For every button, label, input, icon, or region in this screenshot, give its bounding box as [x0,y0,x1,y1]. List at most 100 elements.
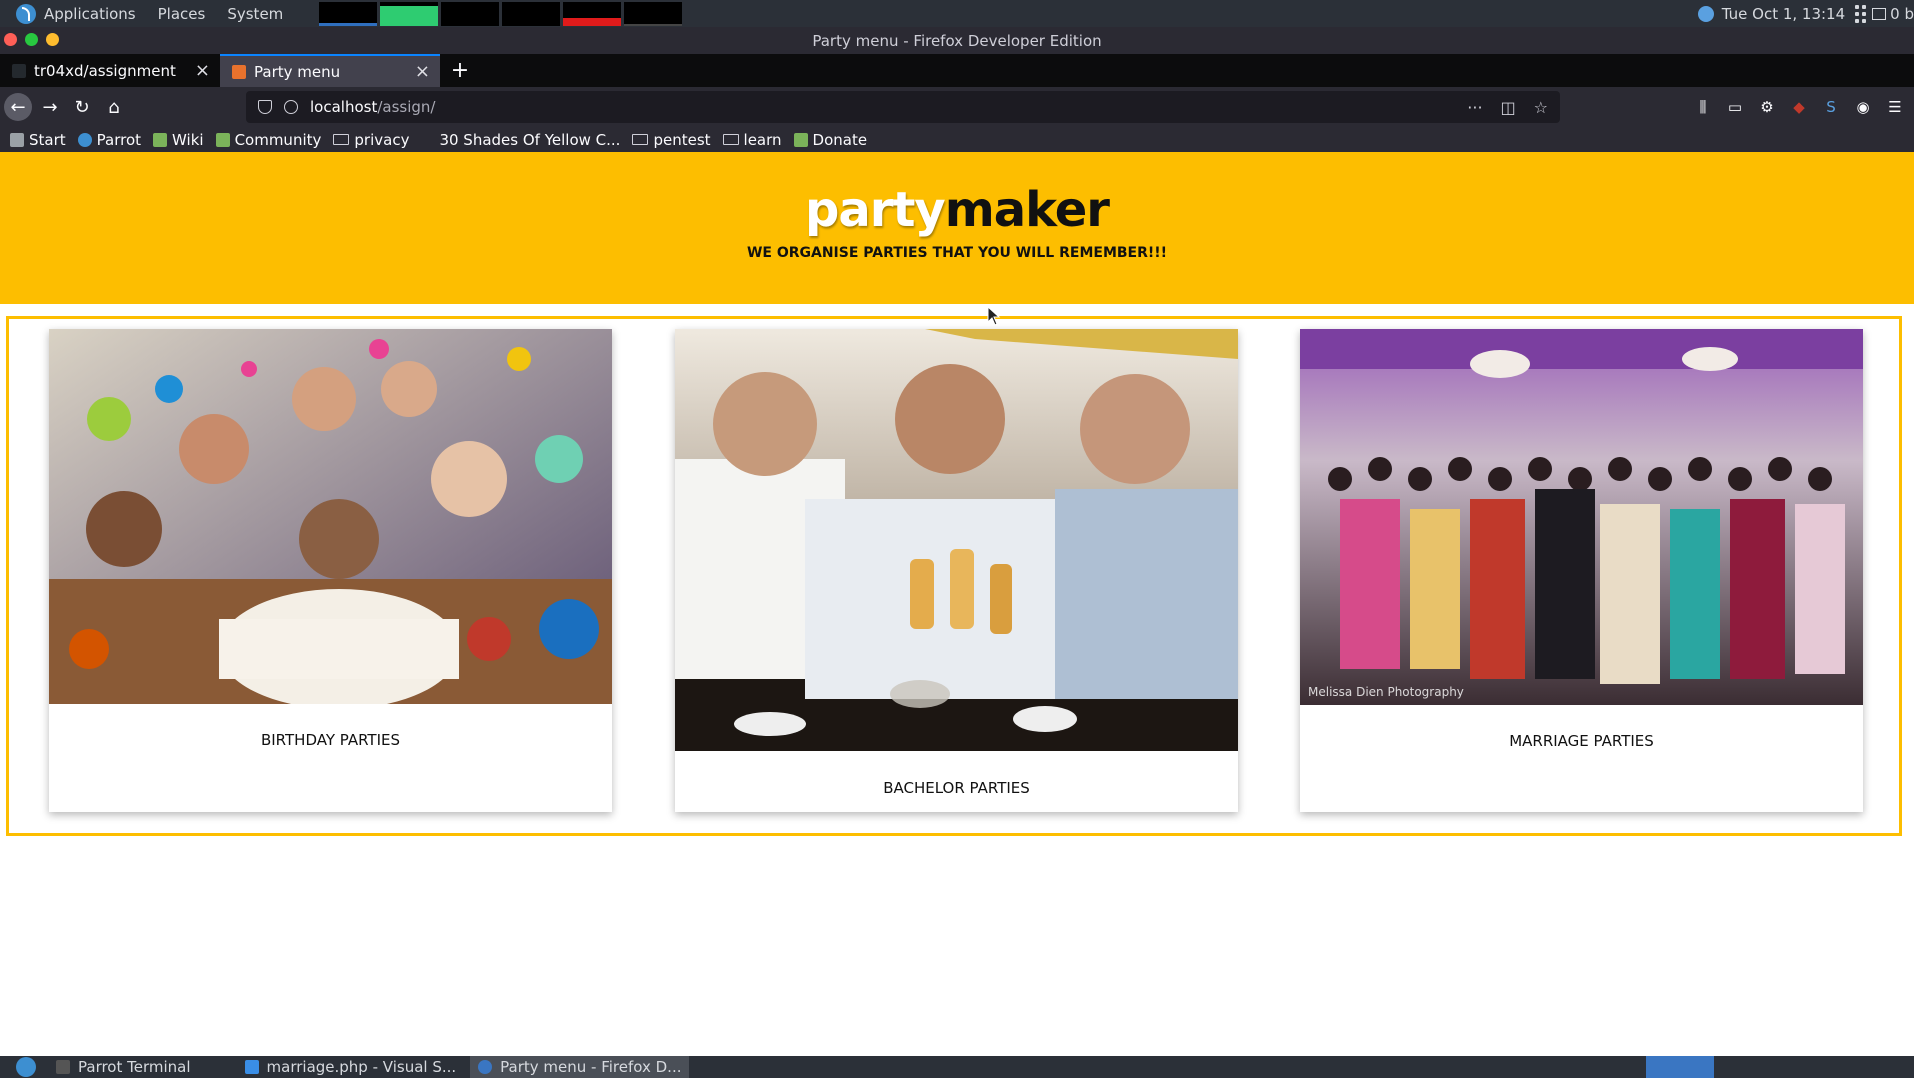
s-extension-icon[interactable]: S [1822,98,1840,116]
card-caption: BIRTHDAY PARTIES [260,731,401,749]
bachelor-party-photo [675,329,1238,751]
bookmark-label: Start [29,130,66,149]
folder-icon [632,134,649,145]
network-speed: 0 b [1890,4,1914,23]
card-caption: MARRIAGE PARTIES [1509,732,1654,750]
new-tab-button[interactable]: + [440,54,480,87]
load-monitor [563,1,622,26]
menu-applications[interactable]: Applications [44,5,136,23]
card-birthday[interactable]: BIRTHDAY PARTIES [49,329,612,812]
page-actions-icon[interactable]: ··· [1467,98,1482,117]
workspace-2[interactable] [1680,1056,1714,1078]
ublock-icon[interactable]: ◆ [1790,98,1808,116]
network-icon[interactable] [1872,7,1887,20]
home-button[interactable]: ⌂ [100,93,128,121]
account-icon[interactable]: ◉ [1854,98,1872,116]
marriage-party-photo [1300,329,1863,705]
bookmark-parrot[interactable]: Parrot [77,131,141,149]
cpu-monitor [319,1,378,26]
bookmark-30-shades[interactable]: 30 Shades Of Yellow C... [439,131,620,149]
tab-bar: tr04xd/assignment × Party menu × + [0,54,1914,87]
disk-monitor [624,1,683,26]
close-window-button[interactable] [4,33,17,46]
tab-label: tr04xd/assignment [34,61,176,80]
parrot-icon [77,132,92,147]
minimize-window-button[interactable] [25,33,38,46]
task-label: Party menu - Firefox D... [500,1058,682,1076]
menu-places[interactable]: Places [158,5,206,23]
bookmark-folder-pentest[interactable]: pentest [632,130,711,149]
tracking-protection-icon[interactable] [258,100,272,114]
birthday-party-photo [49,329,612,704]
party-cards-container: BIRTHDAY PARTIES BACHELOR PARTIES Meliss… [6,316,1902,836]
accessibility-icon[interactable] [1697,5,1714,22]
bookmark-folder-privacy[interactable]: privacy [333,131,409,149]
parrot-menu-icon[interactable] [16,1057,36,1077]
bachelor-party-image[interactable] [675,329,1238,751]
birthday-party-image[interactable] [49,329,612,704]
bottom-taskbar: Parrot Terminal marriage.php - Visual S.… [0,1056,1914,1078]
window-title-bar: Party menu - Firefox Developer Edition [0,27,1914,54]
address-bar[interactable]: localhost/assign/ ··· ◫ ☆ [246,91,1560,123]
maximize-window-button[interactable] [46,33,59,46]
card-bachelor[interactable]: BACHELOR PARTIES [675,329,1238,812]
close-icon[interactable]: × [195,60,210,81]
tagline: WE ORGANISE PARTIES THAT YOU WILL REMEMB… [746,245,1168,261]
workspace-1[interactable] [1646,1056,1680,1078]
memory-monitor [380,1,439,26]
url-host: localhost [310,98,378,116]
bookmark-label: 30 Shades Of Yellow C... [439,130,621,149]
bookmark-folder-learn[interactable]: learn [722,130,782,149]
page-viewport: partymaker WE ORGANISE PARTIES THAT YOU … [0,152,1914,1056]
folder-icon [333,134,350,145]
forward-button[interactable]: → [36,93,64,121]
bookmark-wiki[interactable]: Wiki [153,131,204,149]
card-caption: BACHELOR PARTIES [883,779,1030,797]
bookmark-label: pentest [653,130,711,149]
menu-icon[interactable]: ☰ [1886,98,1904,116]
folder-icon [722,134,739,145]
sidebar-icon[interactable]: ▭ [1726,98,1744,116]
network-monitor [441,1,500,26]
bookmark-star-icon[interactable]: ☆ [1534,98,1548,117]
bookmark-community[interactable]: Community [215,130,322,149]
wiki-icon [153,132,168,147]
marriage-party-image[interactable]: Melissa Dien Photography [1300,329,1863,705]
pocket-icon[interactable]: ◫ [1501,98,1516,117]
clock[interactable]: Tue Oct 1, 13:14 [1722,5,1845,23]
site-info-icon[interactable] [284,100,298,114]
tab-party-menu[interactable]: Party menu × [220,54,440,87]
terminal-icon [56,1060,70,1074]
back-button[interactable]: ← [4,93,32,121]
app-grid-icon[interactable] [1855,4,1867,23]
card-marriage[interactable]: Melissa Dien Photography MARRIAGE PARTIE… [1300,329,1863,812]
hero-banner: partymaker WE ORGANISE PARTIES THAT YOU … [0,152,1914,304]
workspace-switcher [1646,1056,1714,1078]
menu-system[interactable]: System [227,5,283,23]
library-icon[interactable]: ⫼ [1694,98,1712,116]
parrot-logo-icon[interactable] [16,3,36,24]
bookmark-label: Community [234,130,322,149]
firefox-icon [478,1060,493,1074]
bookmark-start[interactable]: Start [10,131,66,149]
brand-part-party: party [805,182,946,238]
window-title: Party menu - Firefox Developer Edition [812,31,1102,50]
bookmarks-toolbar: Start Parrot Wiki Community privacy 30 S… [0,127,1914,152]
task-vscode[interactable]: marriage.php - Visual S... [244,1058,456,1076]
tab-assignment[interactable]: tr04xd/assignment × [0,54,220,87]
photo-credit: Melissa Dien Photography [1308,685,1464,699]
bookmark-label: learn [743,130,782,149]
extension-icon[interactable]: ⚙ [1758,98,1776,116]
task-firefox[interactable]: Party menu - Firefox D... [470,1056,690,1078]
reload-button[interactable]: ↻ [68,93,96,121]
bookmark-donate[interactable]: Donate [793,131,867,149]
start-icon [10,132,24,147]
community-icon [215,132,230,147]
donate-icon [793,132,808,147]
swap-monitor [502,1,561,26]
bookmark-label: privacy [354,130,410,149]
task-terminal[interactable]: Parrot Terminal [56,1058,191,1076]
url-path: /assign/ [377,98,436,116]
brand-part-maker: maker [944,182,1110,238]
close-icon[interactable]: × [415,61,430,82]
